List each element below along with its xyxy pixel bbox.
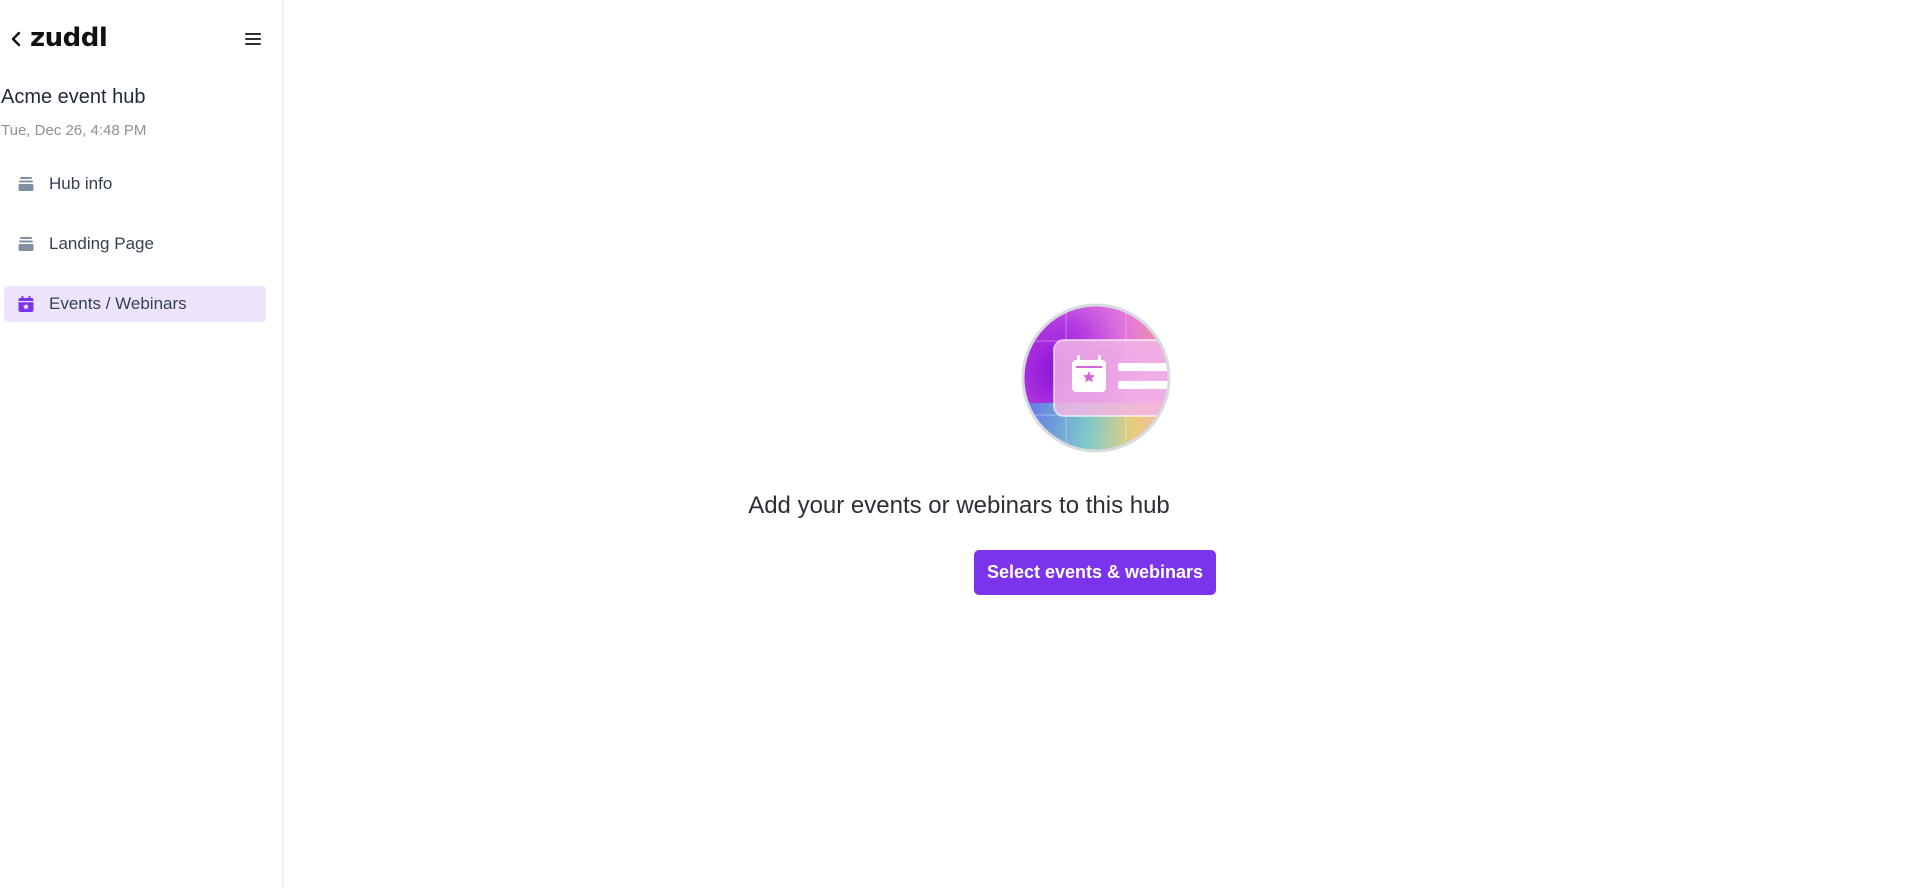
hub-date: Tue, Dec 26, 4:48 PM: [1, 122, 147, 139]
sidebar-item-label: Hub info: [49, 174, 113, 193]
sidebar-item-landing-page[interactable]: Landing Page: [4, 226, 266, 262]
sidebar-item-events-webinars[interactable]: Events / Webinars: [4, 286, 266, 322]
select-events-webinars-button[interactable]: Select events & webinars: [974, 550, 1216, 595]
sidebar-item-label: Landing Page: [49, 234, 154, 253]
app-root: zuddl Acme event hub Tue, Dec 26, 4:48 P…: [0, 0, 1906, 888]
stack-icon: [18, 237, 34, 251]
back-icon[interactable]: [8, 28, 24, 50]
calendar-star-icon: [18, 295, 34, 312]
empty-state-message: Add your events or webinars to this hub: [748, 492, 1170, 519]
sidebar: zuddl Acme event hub Tue, Dec 26, 4:48 P…: [0, 0, 284, 888]
sidebar-header: zuddl: [0, 24, 282, 54]
hub-title: Acme event hub: [1, 86, 146, 108]
sidebar-item-label: Events / Webinars: [49, 294, 187, 313]
hamburger-menu-icon[interactable]: [244, 30, 262, 48]
main-content: Add your events or webinars to this hub …: [284, 0, 1906, 888]
zuddl-logo: zuddl: [30, 23, 108, 53]
sidebar-item-hub-info[interactable]: Hub info: [4, 166, 266, 202]
stack-icon: [18, 177, 34, 191]
calendar-card-illustration-icon: [1021, 303, 1171, 453]
